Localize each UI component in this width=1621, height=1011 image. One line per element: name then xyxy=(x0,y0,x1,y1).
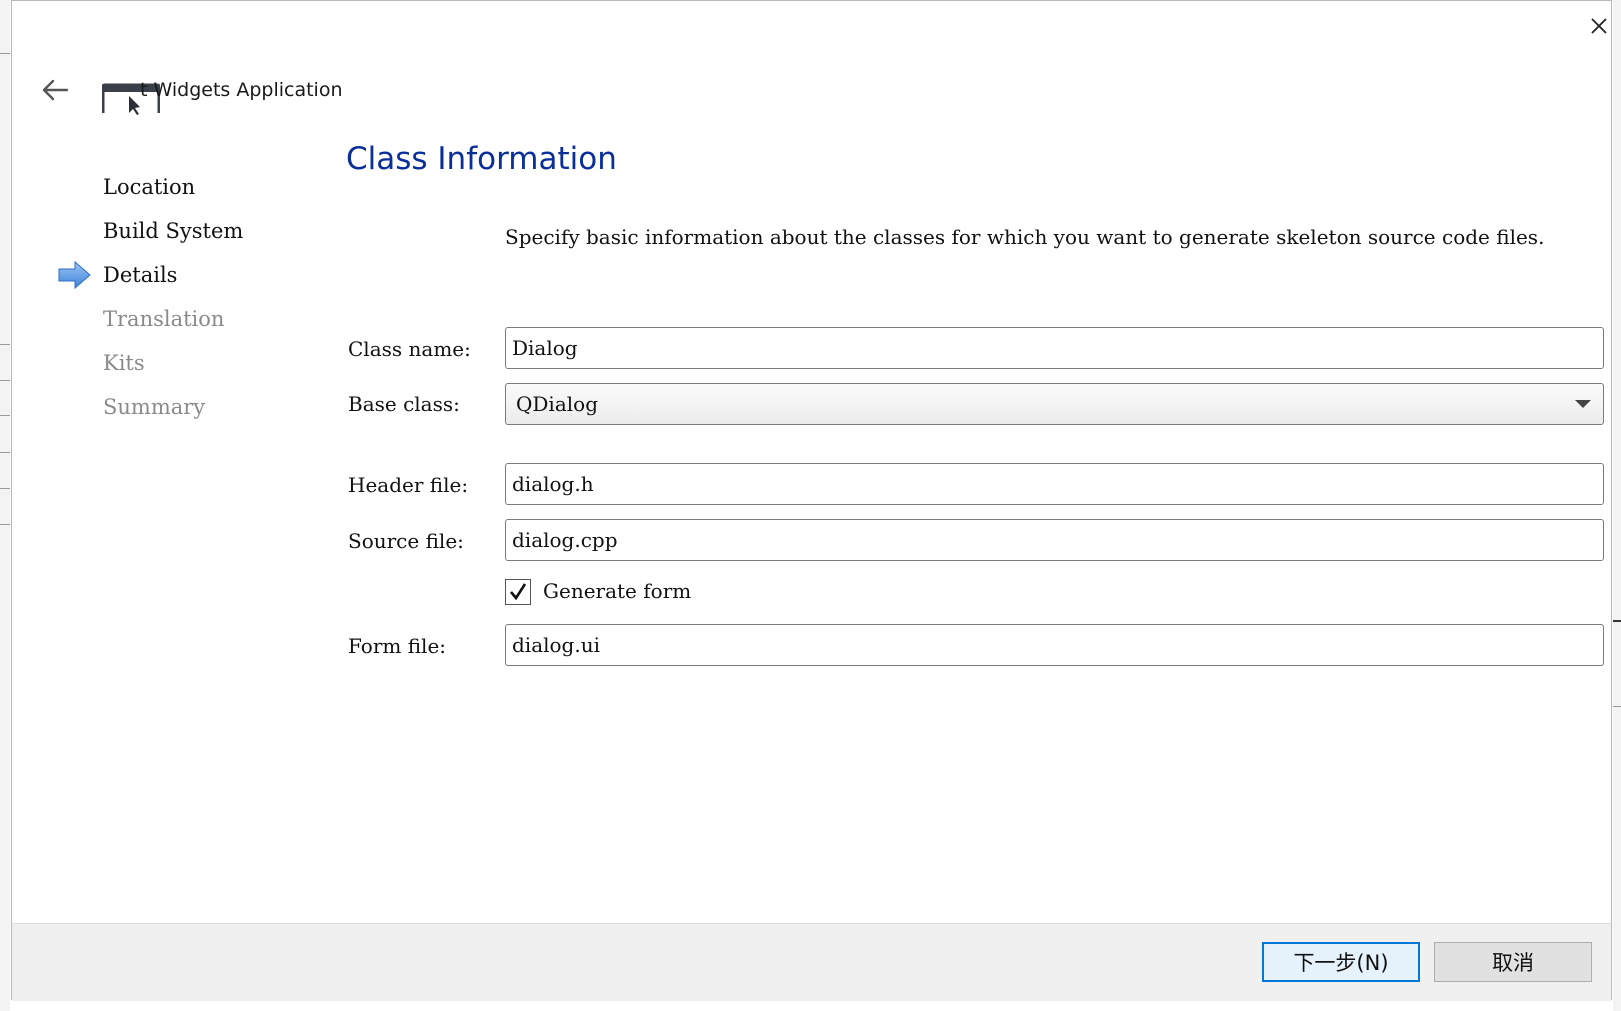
step-arrow-icon xyxy=(58,260,91,290)
base-class-label: Base class: xyxy=(348,392,460,416)
close-icon xyxy=(1591,18,1607,34)
background-divider xyxy=(1613,620,1621,622)
generate-form-checkbox[interactable] xyxy=(505,579,531,605)
base-class-select[interactable]: QDialog xyxy=(505,383,1604,425)
background-window-edge-left xyxy=(0,0,10,1011)
wizard-dialog: t Widgets Application Location Build Sys… xyxy=(11,0,1614,1001)
step-summary: Summary xyxy=(103,395,206,419)
page-title: Class Information xyxy=(346,141,617,177)
background-divider xyxy=(0,380,10,381)
background-divider xyxy=(0,344,10,345)
background-window-edge-right xyxy=(1613,0,1621,1011)
page-description: Specify basic information about the clas… xyxy=(505,225,1545,249)
base-class-value: QDialog xyxy=(516,392,598,416)
step-translation: Translation xyxy=(103,307,225,331)
back-arrow-icon xyxy=(42,79,69,101)
close-button[interactable] xyxy=(1584,11,1614,41)
background-divider xyxy=(0,524,10,525)
source-file-input[interactable] xyxy=(505,519,1604,561)
step-build-system: Build System xyxy=(103,219,244,243)
class-name-input[interactable] xyxy=(505,327,1604,369)
background-divider xyxy=(0,53,10,54)
class-name-label: Class name: xyxy=(348,337,471,361)
checkmark-icon xyxy=(510,583,527,601)
background-divider xyxy=(0,488,10,489)
step-kits: Kits xyxy=(103,351,145,375)
step-location: Location xyxy=(103,175,196,199)
back-button[interactable] xyxy=(40,77,70,103)
next-button[interactable]: 下一步(N) xyxy=(1262,942,1420,982)
wizard-title: t Widgets Application xyxy=(140,79,343,101)
form-file-label: Form file: xyxy=(348,634,447,658)
cancel-button[interactable]: 取消 xyxy=(1434,942,1592,982)
generate-form-label[interactable]: Generate form xyxy=(543,579,691,603)
background-divider xyxy=(0,452,10,453)
header-file-input[interactable] xyxy=(505,463,1604,505)
source-file-label: Source file: xyxy=(348,529,464,553)
button-bar: 下一步(N) 取消 xyxy=(12,923,1611,1001)
background-divider xyxy=(0,415,10,416)
header-file-label: Header file: xyxy=(348,473,469,497)
step-details: Details xyxy=(103,263,178,287)
chevron-down-icon xyxy=(1575,400,1591,408)
background-divider xyxy=(1613,706,1621,707)
form-file-input[interactable] xyxy=(505,624,1604,666)
